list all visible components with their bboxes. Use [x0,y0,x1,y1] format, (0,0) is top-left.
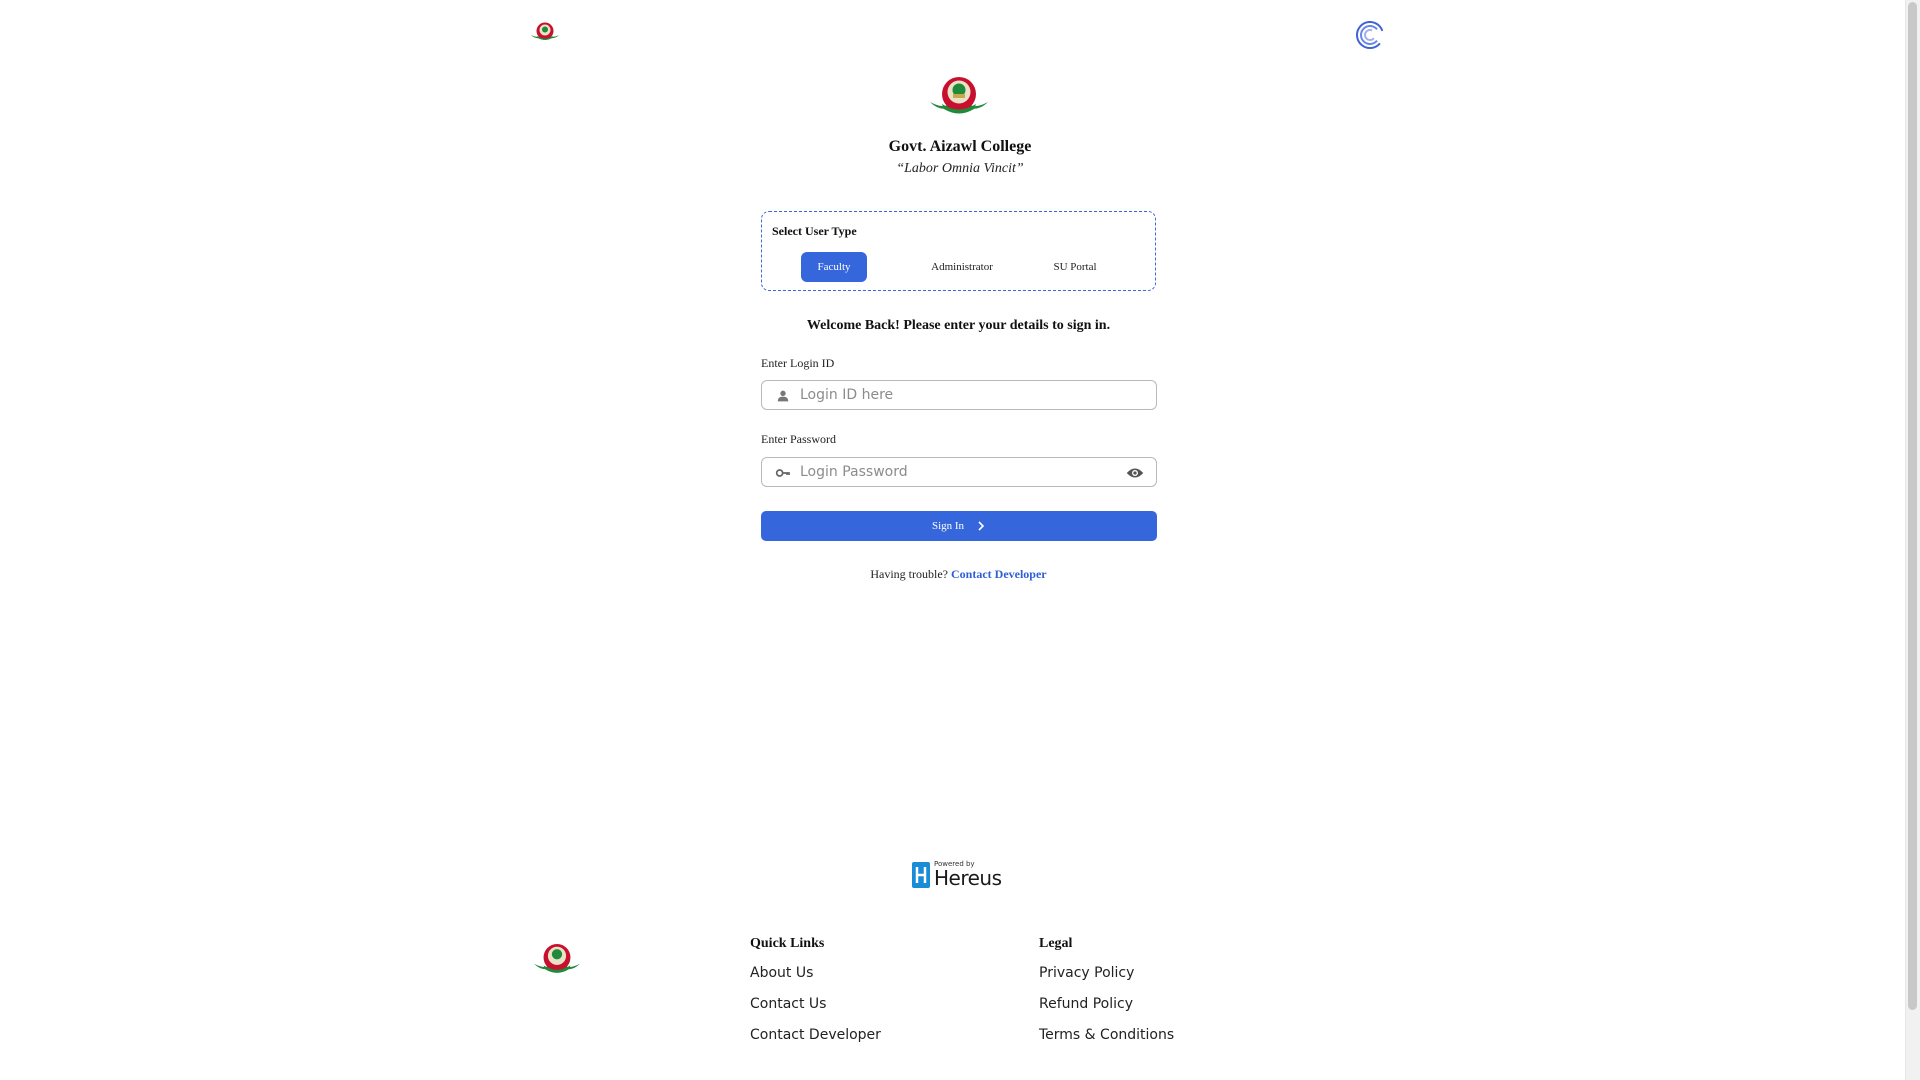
college-motto: “Labor Omnia Vincit” [896,161,1024,176]
trouble-text: Having trouble? [870,567,948,581]
login-id-label: Enter Login ID [761,356,835,370]
footer-college-emblem [532,940,582,978]
user-type-administrator-button[interactable]: Administrator [922,252,1002,282]
sign-in-label: Sign In [931,520,965,532]
footer-link-refund-policy[interactable]: Refund Policy [1039,996,1133,1012]
powered-by-brand: Hereus [934,866,1002,890]
quick-links-heading: Quick Links [750,936,825,951]
user-type-faculty-button[interactable]: Faculty [801,252,867,282]
header-college-emblem[interactable] [530,20,560,44]
login-id-input[interactable] [800,381,1120,409]
college-emblem [927,72,991,120]
contact-developer-link[interactable]: Contact Developer [951,567,1047,581]
person-icon [777,390,789,402]
eye-icon[interactable] [1126,465,1144,481]
powered-by-logo[interactable]: Powered by Hereus [912,860,1012,890]
footer-link-contact-developer[interactable]: Contact Developer [750,1027,881,1043]
password-field [761,457,1157,487]
loader-logo-icon[interactable] [1354,19,1386,51]
user-type-label: Select User Type [772,224,857,238]
user-type-selector: Select User Type Faculty Administrator S… [761,211,1156,291]
hereus-logo-icon [912,862,930,888]
help-text: Having trouble? Contact Developer [760,567,1157,582]
page-scrollbar[interactable] [1905,0,1920,1080]
footer-link-privacy-policy[interactable]: Privacy Policy [1039,965,1134,981]
password-label: Enter Password [761,432,836,446]
sign-in-button[interactable]: Sign In [761,511,1157,541]
footer-link-about-us[interactable]: About Us [750,965,813,981]
user-type-su-portal-button[interactable]: SU Portal [1040,252,1110,282]
login-id-field [761,380,1157,410]
key-icon [775,469,790,477]
legal-heading: Legal [1039,936,1073,951]
welcome-message: Welcome Back! Please enter your details … [806,318,1111,333]
college-name: Govt. Aizawl College [888,138,1032,155]
chevron-right-icon [978,521,985,531]
footer-link-terms-conditions[interactable]: Terms & Conditions [1039,1027,1174,1043]
password-input[interactable] [800,458,1120,486]
scrollbar-thumb[interactable] [1908,2,1917,1010]
footer-link-contact-us[interactable]: Contact Us [750,996,826,1012]
